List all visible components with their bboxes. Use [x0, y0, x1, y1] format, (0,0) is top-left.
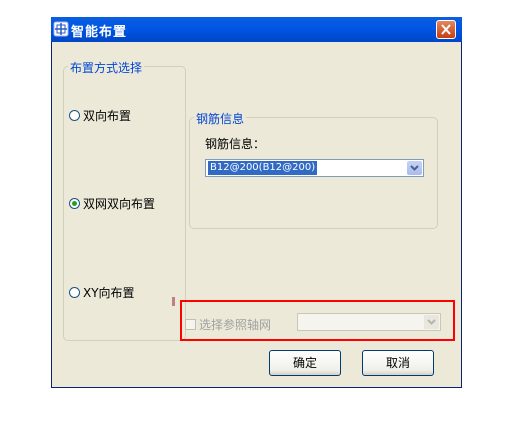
steel-info-selected-value: B12@200(B12@200)	[208, 161, 318, 175]
cancel-button[interactable]: 取消	[362, 350, 434, 376]
reference-axis-select[interactable]	[297, 313, 441, 331]
chevron-down-icon	[427, 319, 436, 325]
steel-info-field-label: 钢筋信息：	[205, 137, 266, 151]
radio-bidirectional-button[interactable]	[69, 109, 80, 121]
radio-bidirectional-label: 双向布置	[83, 108, 132, 123]
steel-info-group: 钢筋信息 钢筋信息： B12@200(B12@200)	[189, 110, 438, 229]
window-title: 智能布置	[71, 25, 128, 40]
steel-info-legend: 钢筋信息	[194, 110, 247, 127]
reference-axis-checkbox[interactable]	[185, 319, 196, 330]
edge-marker	[172, 297, 175, 306]
steel-info-select[interactable]: B12@200(B12@200)	[205, 159, 424, 177]
radio-xy-button[interactable]	[69, 286, 80, 298]
ok-button[interactable]: 确定	[269, 350, 341, 376]
radio-double-net-button[interactable]	[69, 197, 80, 209]
chevron-down-icon	[410, 165, 419, 171]
title-bar[interactable]: 智能布置	[51, 17, 462, 42]
radio-xy-label: XY向布置	[83, 285, 135, 300]
close-button[interactable]	[436, 20, 456, 39]
layout-mode-legend: 布置方式选择	[68, 59, 145, 76]
radio-bidirectional[interactable]: 双向布置	[69, 107, 131, 123]
radio-double-net[interactable]: 双网双向布置	[69, 195, 155, 211]
app-icon	[53, 21, 69, 37]
radio-xy[interactable]: XY向布置	[69, 284, 135, 300]
close-icon	[441, 24, 451, 35]
reference-axis-option[interactable]: 选择参照轴网	[185, 316, 271, 333]
radio-double-net-label: 双网双向布置	[83, 196, 156, 211]
reference-axis-dropdown-button[interactable]	[424, 315, 439, 329]
reference-axis-label: 选择参照轴网	[199, 318, 272, 332]
layout-mode-group: 布置方式选择 双向布置 双网双向布置 XY向布置	[63, 59, 186, 341]
steel-info-dropdown-button[interactable]	[407, 161, 422, 175]
